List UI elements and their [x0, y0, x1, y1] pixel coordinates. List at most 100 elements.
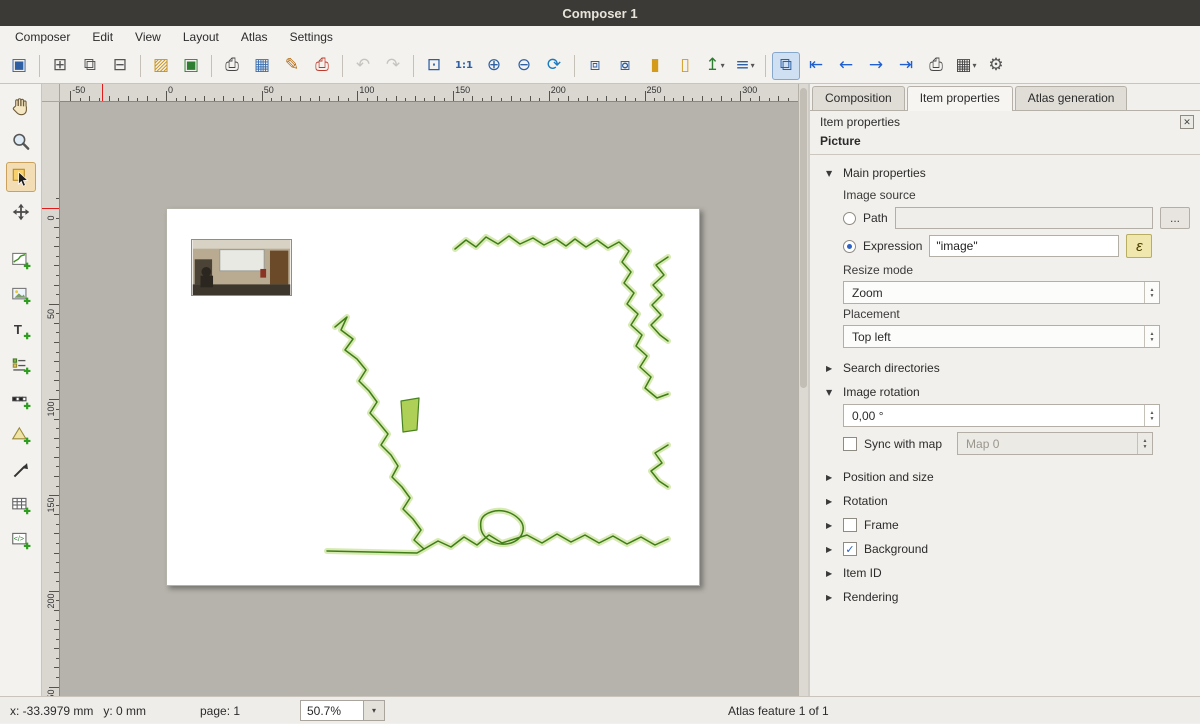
align-items-button[interactable]: ≡▾	[731, 52, 759, 80]
group-frame[interactable]: ▶ Frame	[810, 513, 1200, 537]
load-template-button[interactable]: ▨	[147, 52, 175, 80]
lock-items-button[interactable]: ▮	[641, 52, 669, 80]
zoom-level-select[interactable]: 50.7% ▾	[300, 697, 385, 724]
background-checkbox[interactable]: ✓	[843, 542, 857, 556]
group-rotation[interactable]: ▶ Rotation	[810, 489, 1200, 513]
expander-icon: ▶	[826, 521, 836, 530]
refresh-view-button[interactable]: ⟳	[540, 52, 568, 80]
unlock-items-button[interactable]: ▯	[671, 52, 699, 80]
item-type-label: Picture	[810, 131, 1200, 155]
resize-mode-select[interactable]: Zoom ▲▼	[843, 281, 1160, 304]
atlas-previous-feature-button[interactable]: ←	[832, 52, 860, 80]
menu-composer[interactable]: Composer	[4, 28, 81, 46]
ungroup-items-button[interactable]: ⧇	[611, 52, 639, 80]
expression-input[interactable]	[929, 235, 1119, 257]
ruler-label: 300	[742, 85, 757, 95]
tab-composition[interactable]: Composition	[812, 86, 905, 110]
expression-radio-label[interactable]: Expression	[863, 239, 922, 253]
menu-view[interactable]: View	[124, 28, 172, 46]
add-label-tool[interactable]: T	[6, 315, 36, 345]
add-label-icon: T	[10, 319, 32, 341]
composer-manager-button[interactable]: ⊟	[106, 52, 134, 80]
redo-button: ↷	[379, 52, 407, 80]
toolbar-separator	[765, 55, 766, 77]
atlas-first-feature-button[interactable]: ⇤	[802, 52, 830, 80]
chevron-down-icon[interactable]: ▾	[364, 700, 385, 721]
group-item-id[interactable]: ▶ Item ID	[810, 561, 1200, 585]
path-radio[interactable]	[843, 212, 856, 225]
zoom-in-button[interactable]: ⊕	[480, 52, 508, 80]
atlas-next-feature-button[interactable]: →	[862, 52, 890, 80]
atlas-status: Atlas feature 1 of 1	[728, 697, 829, 724]
group-items-button[interactable]: ⧈	[581, 52, 609, 80]
canvas-viewport[interactable]	[60, 102, 798, 696]
expression-radio[interactable]	[843, 240, 856, 253]
group-search-directories[interactable]: ▶ Search directories	[810, 356, 1200, 380]
zoom-full-button[interactable]: ⊡	[420, 52, 448, 80]
export-pdf-button[interactable]: ⎙	[308, 52, 336, 80]
print-button[interactable]: ⎙	[218, 52, 246, 80]
composer-page[interactable]	[166, 208, 700, 586]
sync-with-map-checkbox[interactable]	[843, 437, 857, 451]
add-arrow-tool[interactable]	[6, 455, 36, 485]
menu-layout[interactable]: Layout	[172, 28, 230, 46]
close-icon[interactable]: ✕	[1180, 115, 1194, 129]
zoom-actual-button[interactable]: 1:1	[450, 52, 478, 80]
add-shape-tool[interactable]	[6, 420, 36, 450]
group-background[interactable]: ▶ ✓ Background	[810, 537, 1200, 561]
sync-with-map-label[interactable]: Sync with map	[864, 437, 942, 451]
frame-checkbox[interactable]	[843, 518, 857, 532]
add-image-tool[interactable]	[6, 280, 36, 310]
menu-settings[interactable]: Settings	[279, 28, 344, 46]
atlas-feature-polygon	[401, 398, 419, 432]
expression-builder-button[interactable]: ε	[1126, 234, 1152, 258]
save-button[interactable]: ▣	[5, 52, 33, 80]
export-image-button[interactable]: ▦	[248, 52, 276, 80]
zoom-tool[interactable]	[6, 127, 36, 157]
add-map-tool[interactable]	[6, 245, 36, 275]
atlas-settings-button[interactable]: ⚙	[982, 52, 1010, 80]
menu-edit[interactable]: Edit	[81, 28, 124, 46]
move-item-content-tool[interactable]	[6, 197, 36, 227]
group-main-properties[interactable]: ▼ Main properties	[810, 161, 1200, 185]
export-atlas-button[interactable]: ▦▾	[952, 52, 980, 80]
cursor-arrow-icon	[10, 166, 32, 188]
export-svg-button[interactable]: ✎	[278, 52, 306, 80]
canvas-scrollbar[interactable]	[798, 84, 808, 696]
zoom-out-button[interactable]: ⊖	[510, 52, 538, 80]
atlas-last-feature-button[interactable]: ⇥	[892, 52, 920, 80]
menu-atlas[interactable]: Atlas	[230, 28, 279, 46]
zoom-level-value[interactable]: 50.7%	[300, 700, 364, 721]
add-legend-tool[interactable]	[6, 350, 36, 380]
browse-button[interactable]: ...	[1160, 207, 1190, 229]
add-table-icon	[10, 494, 32, 516]
group-rendering[interactable]: ▶ Rendering	[810, 585, 1200, 609]
rotation-angle-spinbox[interactable]: 0,00 ° ▲▼	[843, 404, 1160, 427]
spin-arrows-icon[interactable]: ▲▼	[1144, 405, 1159, 426]
expander-icon: ▶	[826, 364, 836, 373]
atlas-preview-button[interactable]: ⧉	[772, 52, 800, 80]
add-scalebar-tool[interactable]	[6, 385, 36, 415]
print-atlas-button[interactable]: ⎙	[922, 52, 950, 80]
raise-items-button[interactable]: ↥▾	[701, 52, 729, 80]
pan-tool[interactable]	[6, 92, 36, 122]
tab-item-properties[interactable]: Item properties	[907, 86, 1013, 111]
svg-text:</>: </>	[13, 535, 23, 543]
save-as-template-button[interactable]: ▣	[177, 52, 205, 80]
add-attribute-table-tool[interactable]	[6, 490, 36, 520]
placement-select[interactable]: Top left ▲▼	[843, 325, 1160, 348]
scrollbar-thumb[interactable]	[800, 88, 807, 388]
duplicate-composition-button[interactable]: ⧉	[76, 52, 104, 80]
ruler-label: 200	[46, 593, 56, 608]
picture-item[interactable]	[191, 239, 292, 296]
add-html-frame-tool[interactable]: </>	[6, 525, 36, 555]
tab-atlas-generation[interactable]: Atlas generation	[1015, 86, 1128, 110]
group-image-rotation[interactable]: ▼ Image rotation	[810, 380, 1200, 404]
select-move-item-tool[interactable]	[6, 162, 36, 192]
new-composition-button[interactable]: ⊞	[46, 52, 74, 80]
group-position-and-size[interactable]: ▶ Position and size	[810, 465, 1200, 489]
ruler-label: 250	[46, 689, 56, 696]
ruler-label: 200	[551, 85, 566, 95]
ruler-corner	[42, 84, 60, 102]
path-radio-label[interactable]: Path	[863, 211, 888, 225]
